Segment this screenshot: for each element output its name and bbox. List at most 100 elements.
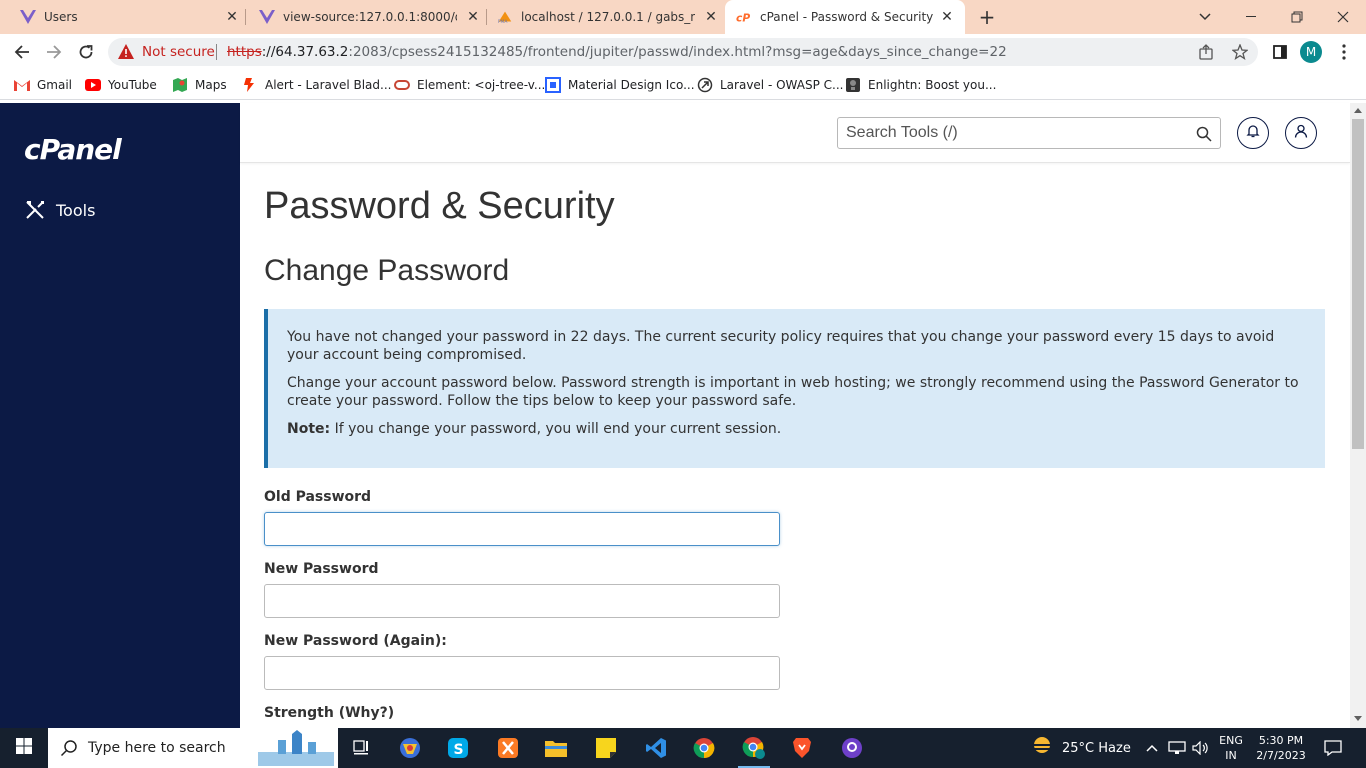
tab-search-icon[interactable] <box>1182 0 1228 34</box>
weather-widget[interactable]: 25°C Haze <box>1030 728 1131 768</box>
search-tools[interactable] <box>837 117 1221 149</box>
sidebar-item-tools[interactable]: Tools <box>24 199 95 221</box>
close-tab-icon[interactable]: ✕ <box>703 9 719 25</box>
xampp-icon[interactable] <box>484 728 532 768</box>
warning-icon[interactable] <box>118 44 134 63</box>
old-password-label: Old Password <box>264 489 372 505</box>
windows-icon <box>16 738 32 758</box>
taskbar-search[interactable]: Type here to search <box>48 728 338 768</box>
scroll-thumb[interactable] <box>1352 119 1364 449</box>
strength-label[interactable]: Strength (Why?) <box>264 705 394 721</box>
new-tab-button[interactable]: + <box>976 6 998 28</box>
close-tab-icon[interactable]: ✕ <box>465 9 481 25</box>
cpanel-logo[interactable]: cPanel <box>24 133 122 166</box>
notification-center-icon[interactable] <box>1324 728 1342 768</box>
forward-icon[interactable] <box>42 40 66 64</box>
tab-users[interactable]: Users ✕ <box>0 0 246 34</box>
back-icon[interactable] <box>10 40 34 64</box>
bookmark-youtube[interactable]: YouTube <box>85 76 157 94</box>
new-password-field[interactable] <box>264 584 780 618</box>
bookmark-label: Enlightn: Boost you... <box>868 78 997 92</box>
tab-phpmyadmin[interactable]: PMA localhost / 127.0.0.1 / gabs_new / ✕ <box>487 0 725 34</box>
bookmark-enlightn[interactable]: Enlightn: Boost you... <box>845 76 996 94</box>
language-bottom: IN <box>1225 749 1237 762</box>
alert-note: Note: If you change your password, you w… <box>287 420 1305 438</box>
tab-cpanel[interactable]: cP cPanel - Password & Security ✕ <box>725 0 965 34</box>
alert-advice: Change your account password below. Pass… <box>287 375 1299 409</box>
restore-icon[interactable] <box>1274 0 1320 34</box>
close-tab-icon[interactable]: ✕ <box>224 9 240 25</box>
share-icon[interactable] <box>1198 44 1214 60</box>
start-button[interactable] <box>0 728 48 768</box>
tab-view-source[interactable]: view-source:127.0.0.1:8000/dash/ ✕ <box>246 0 487 34</box>
task-view-icon[interactable] <box>338 728 386 768</box>
vue-icon <box>20 9 36 25</box>
github-desktop-icon[interactable] <box>828 728 876 768</box>
reload-icon[interactable] <box>74 40 98 64</box>
clock-date: 2/7/2023 <box>1256 749 1306 762</box>
url-text[interactable]: https://64.37.63.2:2083/cpsess2415132485… <box>227 44 1007 60</box>
bookmark-label: Laravel - OWASP C... <box>720 78 844 92</box>
chrome-profile-icon[interactable] <box>730 728 778 768</box>
oracle-icon <box>394 77 410 93</box>
language-indicator[interactable]: ENG IN <box>1216 733 1246 763</box>
skype-icon[interactable]: S <box>434 728 482 768</box>
svg-text:S: S <box>454 742 464 758</box>
show-hidden-icons[interactable] <box>1146 728 1158 768</box>
tab-title: localhost / 127.0.0.1 / gabs_new / <box>521 10 695 24</box>
bookmark-label: Maps <box>195 78 227 92</box>
page-scrollbar[interactable] <box>1350 103 1366 728</box>
old-password-field[interactable] <box>264 512 780 546</box>
bookmark-star-icon[interactable] <box>1231 43 1249 60</box>
close-window-icon[interactable] <box>1320 0 1366 34</box>
file-explorer-icon[interactable] <box>532 728 580 768</box>
volume-icon[interactable] <box>1192 728 1210 768</box>
sticky-notes-icon[interactable] <box>582 728 630 768</box>
note-text: If you change your password, you will en… <box>330 421 782 437</box>
browser-toolbar: Not secure https://64.37.63.2:2083/cpses… <box>0 34 1366 70</box>
clock[interactable]: 5:30 PM 2/7/2023 <box>1250 733 1312 763</box>
app-game-icon[interactable] <box>386 728 434 768</box>
sidebar-item-label: Tools <box>56 200 96 220</box>
profile-avatar[interactable]: M <box>1300 41 1322 63</box>
search-icon[interactable] <box>1196 126 1212 142</box>
scroll-up-icon[interactable] <box>1354 108 1362 113</box>
weather-haze-icon <box>1030 736 1054 760</box>
vscode-icon[interactable] <box>632 728 680 768</box>
windows-taskbar: Type here to search S 25°C Haze ENG IN 5… <box>0 728 1366 768</box>
bookmark-maps[interactable]: Maps <box>172 76 227 94</box>
bookmark-laravel-blade[interactable]: Alert - Laravel Blad... <box>242 76 391 94</box>
new-password-again-field[interactable] <box>264 656 780 690</box>
maps-icon <box>172 77 188 93</box>
bookmark-material-design[interactable]: Material Design Ico... <box>545 76 695 94</box>
address-bar[interactable]: Not secure https://64.37.63.2:2083/cpses… <box>108 38 1258 66</box>
user-menu-button[interactable] <box>1285 117 1317 149</box>
taskbar-search-placeholder: Type here to search <box>88 740 226 756</box>
tools-icon <box>24 199 46 221</box>
bookmark-label: Gmail <box>37 78 73 92</box>
bookmark-label: YouTube <box>108 78 157 92</box>
password-age-alert: You have not changed your password in 22… <box>264 309 1325 468</box>
bookmark-gmail[interactable]: Gmail <box>14 76 72 94</box>
bookmark-owasp[interactable]: Laravel - OWASP C... <box>697 76 843 94</box>
menu-icon[interactable] <box>1332 40 1356 64</box>
search-highlight-icon <box>258 730 334 768</box>
search-tools-input[interactable] <box>846 122 1186 144</box>
url-path: :2083/cpsess2415132485/frontend/jupiter/… <box>348 44 1007 60</box>
owasp-icon <box>697 77 713 93</box>
notifications-button[interactable] <box>1237 117 1269 149</box>
weather-text: 25°C Haze <box>1062 740 1131 756</box>
scroll-down-icon[interactable] <box>1354 716 1362 721</box>
vue-icon <box>259 9 275 25</box>
tab-strip: Users ✕ view-source:127.0.0.1:8000/dash/… <box>0 0 1366 34</box>
close-tab-icon[interactable]: ✕ <box>939 9 955 25</box>
not-secure-label[interactable]: Not secure <box>142 44 215 60</box>
search-icon <box>60 739 78 761</box>
bookmark-label: Element: <oj-tree-v... <box>417 78 546 92</box>
bookmark-oj-tree[interactable]: Element: <oj-tree-v... <box>394 76 545 94</box>
chrome-icon[interactable] <box>680 728 728 768</box>
side-panel-icon[interactable] <box>1268 40 1292 64</box>
network-icon[interactable] <box>1168 728 1186 768</box>
minimize-icon[interactable] <box>1228 0 1274 34</box>
brave-icon[interactable] <box>778 728 826 768</box>
